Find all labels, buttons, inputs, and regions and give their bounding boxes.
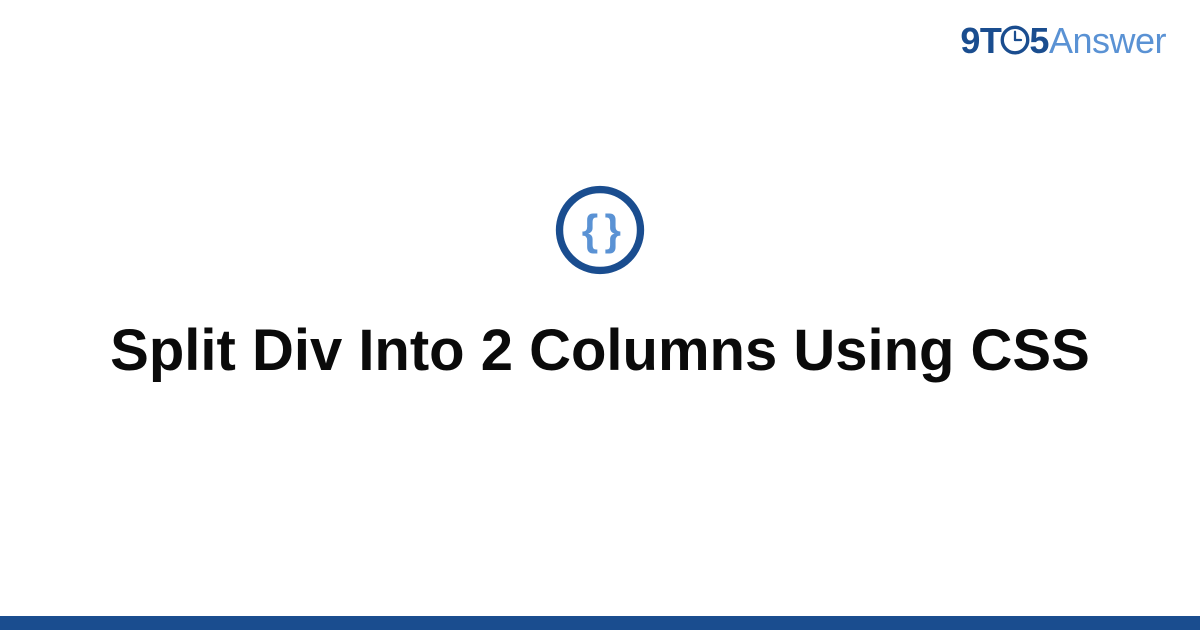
code-braces-icon: { } — [554, 184, 646, 281]
page-title: Split Div Into 2 Columns Using CSS — [110, 317, 1090, 385]
main-content: { } Split Div Into 2 Columns Using CSS — [0, 0, 1200, 630]
svg-text:{ }: { } — [582, 207, 621, 254]
bottom-accent-bar — [0, 616, 1200, 630]
